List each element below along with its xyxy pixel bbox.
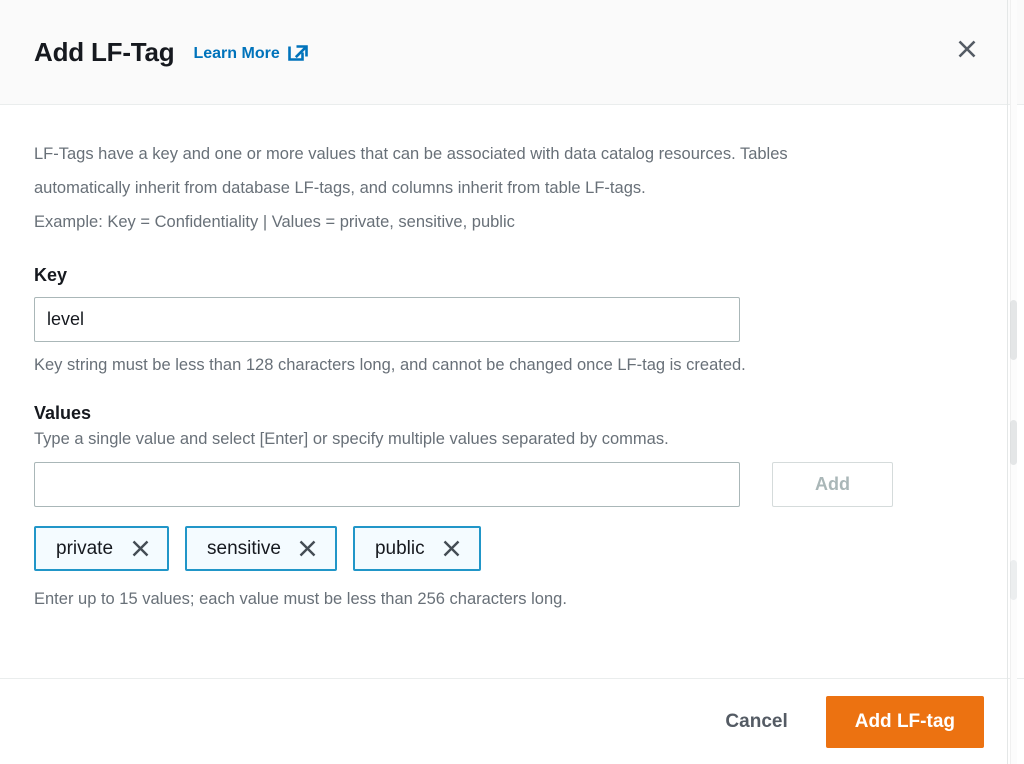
values-input[interactable] <box>34 462 740 507</box>
scrollbar-thumb[interactable] <box>1010 560 1017 600</box>
values-field-label: Values <box>34 403 92 423</box>
value-chip: public <box>352 526 481 571</box>
modal-right-edge <box>1007 0 1008 764</box>
chip-remove-icon[interactable] <box>441 538 463 560</box>
key-input[interactable] <box>34 297 740 342</box>
value-chip-list: private sensitive public <box>34 526 990 571</box>
modal-header: Add LF-Tag Learn More <box>0 0 1024 105</box>
chip-remove-icon[interactable] <box>297 538 319 560</box>
learn-more-link[interactable]: Learn More <box>193 37 308 67</box>
values-field-group: Values Type a single value and select [E… <box>34 403 990 611</box>
learn-more-label: Learn More <box>193 44 280 62</box>
page-title: Add LF-Tag <box>34 36 175 67</box>
value-chip-label: public <box>374 537 425 559</box>
add-lf-tag-button[interactable]: Add LF-tag <box>825 695 984 748</box>
external-link-icon <box>287 40 309 67</box>
values-field-sublabel: Type a single value and select [Enter] o… <box>34 430 669 448</box>
close-button[interactable] <box>950 33 984 67</box>
cancel-button[interactable]: Cancel <box>721 703 791 741</box>
key-field-group: Key Key string must be less than 128 cha… <box>34 265 990 377</box>
add-value-button[interactable]: Add <box>772 462 893 507</box>
scrollbar-thumb[interactable] <box>1010 300 1017 360</box>
values-field-helper: Enter up to 15 values; each value must b… <box>34 590 567 608</box>
add-lf-tag-modal: Add LF-Tag Learn More LF-Tags have a key… <box>0 0 1024 764</box>
value-chip: sensitive <box>185 526 337 571</box>
values-input-row: Add <box>34 462 990 507</box>
scrollbar-thumb[interactable] <box>1010 420 1017 465</box>
description-line-1: LF-Tags have a key and one or more value… <box>34 145 788 163</box>
value-chip-label: sensitive <box>207 537 281 559</box>
key-field-helper: Key string must be less than 128 charact… <box>34 356 746 374</box>
modal-footer: Cancel Add LF-tag <box>0 678 1024 764</box>
value-chip-label: private <box>56 537 114 559</box>
value-chip: private <box>34 526 170 571</box>
key-field-label: Key <box>34 265 68 285</box>
close-icon <box>955 37 979 64</box>
modal-body: LF-Tags have a key and one or more value… <box>0 105 1024 678</box>
chip-remove-icon[interactable] <box>129 538 151 560</box>
modal-description: LF-Tags have a key and one or more value… <box>34 137 979 239</box>
description-line-3: Example: Key = Confidentiality | Values … <box>34 213 515 231</box>
description-line-2: automatically inherit from database LF-t… <box>34 179 646 197</box>
